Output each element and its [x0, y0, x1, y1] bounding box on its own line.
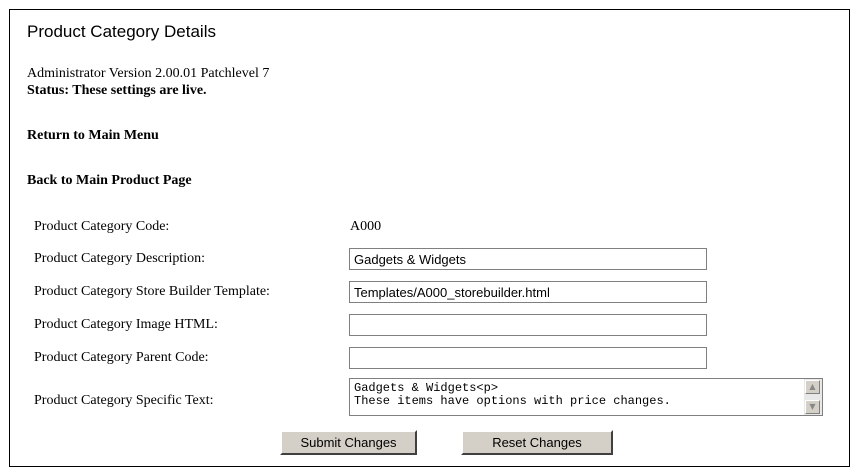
- category-specific-text-input[interactable]: Gadgets & Widgets<p> These items have op…: [350, 379, 802, 415]
- store-builder-template-input[interactable]: [349, 281, 707, 303]
- category-image-html-input[interactable]: [349, 314, 707, 336]
- textarea-scrollbar[interactable]: ▲ ▼: [804, 379, 822, 415]
- store-builder-template-label: Product Category Store Builder Template:: [34, 284, 270, 299]
- scroll-down-arrow-icon[interactable]: ▼: [805, 400, 820, 414]
- category-specific-text-box: Gadgets & Widgets<p> These items have op…: [349, 378, 823, 416]
- submit-changes-button[interactable]: Submit Changes: [280, 430, 417, 455]
- category-description-input[interactable]: [349, 248, 707, 270]
- category-specific-text-label: Product Category Specific Text:: [34, 393, 214, 408]
- status-text: Status: These settings are live.: [27, 83, 207, 98]
- content-frame: Product Category Details Administrator V…: [9, 9, 850, 467]
- return-main-menu-link[interactable]: Return to Main Menu: [27, 128, 159, 144]
- category-code-label: Product Category Code:: [34, 219, 170, 234]
- category-code-value: A000: [350, 219, 382, 234]
- back-main-product-link[interactable]: Back to Main Product Page: [27, 173, 192, 189]
- category-parent-code-input[interactable]: [349, 347, 707, 369]
- page-title: Product Category Details: [27, 22, 216, 41]
- category-description-label: Product Category Description:: [34, 251, 206, 266]
- scroll-up-arrow-icon[interactable]: ▲: [805, 380, 820, 394]
- version-text: Administrator Version 2.00.01 Patchlevel…: [27, 66, 270, 81]
- reset-changes-button[interactable]: Reset Changes: [461, 430, 613, 455]
- category-parent-code-label: Product Category Parent Code:: [34, 350, 209, 365]
- category-image-html-label: Product Category Image HTML:: [34, 317, 218, 332]
